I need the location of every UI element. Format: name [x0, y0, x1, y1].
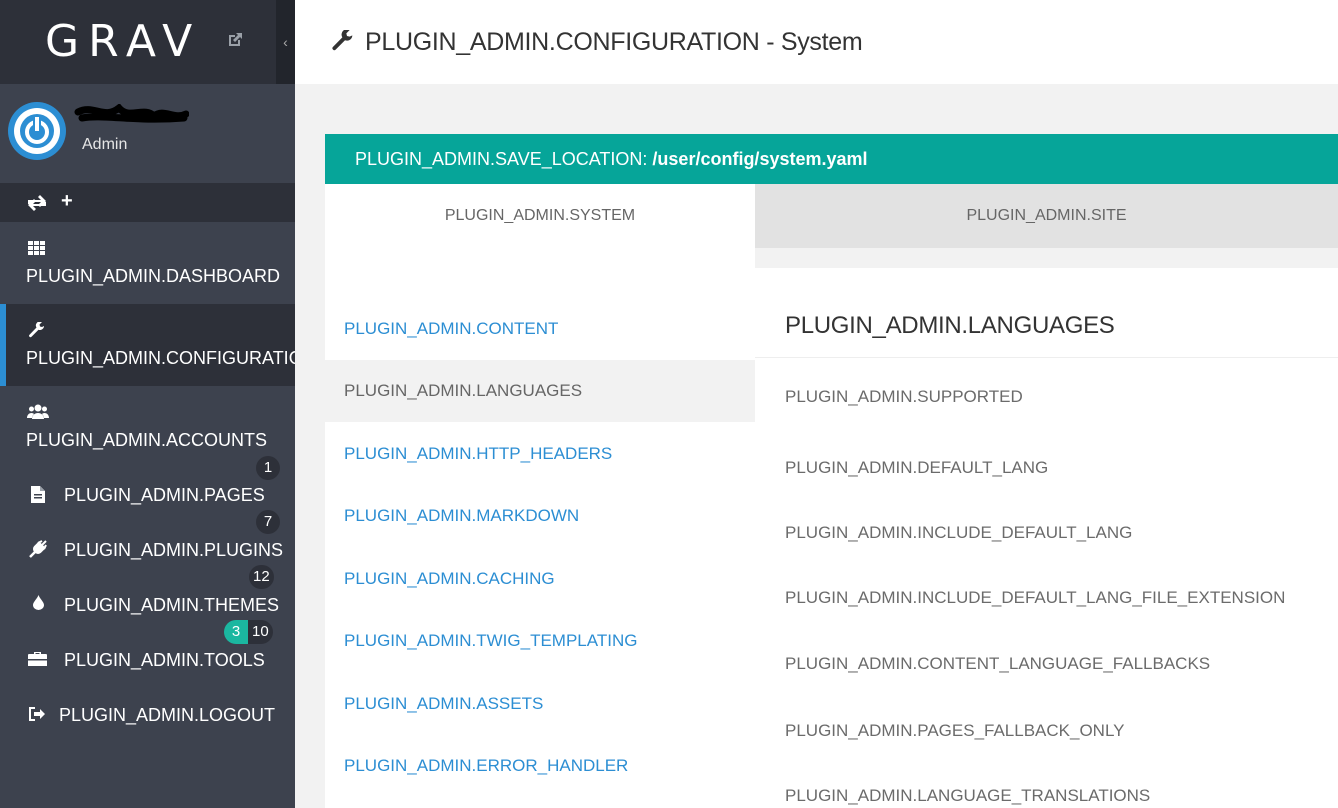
section-content[interactable]: PLUGIN_ADMIN.CONTENT	[325, 298, 755, 360]
section-http-headers[interactable]: PLUGIN_ADMIN.HTTP_HEADERS	[325, 423, 755, 485]
sidebar-header: GRAV ‹	[0, 0, 295, 84]
tab-system[interactable]: PLUGIN_ADMIN.SYSTEM	[325, 184, 755, 248]
refresh-icon[interactable]	[26, 194, 48, 212]
pages-count-badge: 1	[256, 456, 280, 480]
sidebar-item-accounts[interactable]: PLUGIN_ADMIN.ACCOUNTS	[0, 386, 295, 460]
save-location-bar: PLUGIN_ADMIN.SAVE_LOCATION: /user/config…	[325, 134, 1338, 184]
user-role: Admin	[82, 136, 128, 153]
section-languages[interactable]: PLUGIN_ADMIN.LANGUAGES	[325, 360, 755, 422]
page-title: PLUGIN_ADMIN.CONFIGURATION - System	[365, 28, 863, 56]
external-link-icon[interactable]	[226, 31, 244, 49]
section-assets[interactable]: PLUGIN_ADMIN.ASSETS	[325, 673, 755, 735]
field-include-default-lang-label: PLUGIN_ADMIN.INCLUDE_DEFAULT_LANG	[785, 523, 1133, 542]
sidebar-item-themes[interactable]: 12 PLUGIN_ADMIN.THEMES	[0, 565, 295, 625]
sidebar-item-dashboard[interactable]: PLUGIN_ADMIN.DASHBOARD	[0, 222, 295, 304]
file-icon	[31, 486, 45, 503]
sidebar-item-label: PLUGIN_ADMIN.DASHBOARD	[26, 266, 281, 286]
sidebar-item-pages[interactable]: 1 PLUGIN_ADMIN.PAGES	[0, 456, 295, 515]
field-language-translations-label: PLUGIN_ADMIN.LANGUAGE_TRANSLATIONS	[785, 786, 1151, 805]
sign-out-icon	[29, 707, 45, 721]
wrench-icon	[29, 322, 44, 338]
field-default-lang-label: PLUGIN_ADMIN.DEFAULT_LANG	[785, 458, 1049, 477]
sidebar-item-label: PLUGIN_ADMIN.THEMES	[64, 595, 280, 615]
tools-count-badge: 10	[248, 620, 273, 644]
power-icon	[14, 108, 60, 154]
redacted-username	[74, 104, 189, 123]
sidebar-item-label: PLUGIN_ADMIN.PLUGINS	[64, 540, 284, 560]
grav-logo[interactable]: GRAV	[45, 20, 201, 64]
avatar[interactable]	[8, 102, 66, 160]
dashboard-grid-icon	[28, 241, 45, 255]
sidebar-item-plugins[interactable]: 7 PLUGIN_ADMIN.PLUGINS	[0, 510, 295, 570]
sidebar-item-label: PLUGIN_ADMIN.LOGOUT	[59, 705, 276, 725]
section-twig-templating[interactable]: PLUGIN_ADMIN.TWIG_TEMPLATING	[325, 610, 755, 672]
save-location-label: PLUGIN_ADMIN.SAVE_LOCATION:	[355, 149, 648, 169]
users-icon	[27, 404, 49, 419]
sidebar-item-label: PLUGIN_ADMIN.TOOLS	[64, 650, 265, 670]
wrench-icon	[332, 30, 353, 51]
section-markdown[interactable]: PLUGIN_ADMIN.MARKDOWN	[325, 485, 755, 547]
field-pages-fallback-only-label: PLUGIN_ADMIN.PAGES_FALLBACK_ONLY	[785, 721, 1125, 740]
field-supported-label: PLUGIN_ADMIN.SUPPORTED	[785, 387, 1023, 406]
tools-updates-badge: 3	[224, 620, 248, 644]
sidebar-item-label: PLUGIN_ADMIN.PAGES	[64, 485, 265, 505]
divider	[755, 357, 1338, 358]
collapse-sidebar-button[interactable]: ‹	[276, 0, 295, 84]
tab-site[interactable]: PLUGIN_ADMIN.SITE	[755, 184, 1338, 248]
sidebar-item-logout[interactable]: PLUGIN_ADMIN.LOGOUT	[0, 680, 295, 740]
page-header: PLUGIN_ADMIN.CONFIGURATION - System	[295, 0, 1338, 84]
save-location-path: /user/config/system.yaml	[652, 149, 868, 169]
sidebar-item-configuration[interactable]: PLUGIN_ADMIN.CONFIGURATION	[0, 304, 295, 386]
panel-heading: PLUGIN_ADMIN.LANGUAGES	[785, 312, 1115, 339]
languages-panel: PLUGIN_ADMIN.LANGUAGES PLUGIN_ADMIN.SUPP…	[755, 268, 1338, 808]
add-icon[interactable]: +	[61, 190, 73, 213]
field-content-language-fallbacks-label: PLUGIN_ADMIN.CONTENT_LANGUAGE_FALLBACKS	[785, 654, 1211, 673]
quick-actions: +	[0, 184, 295, 222]
section-caching[interactable]: PLUGIN_ADMIN.CACHING	[325, 548, 755, 610]
sidebar-item-tools[interactable]: 3 10 PLUGIN_ADMIN.TOOLS	[0, 620, 295, 680]
section-error-handler[interactable]: PLUGIN_ADMIN.ERROR_HANDLER	[325, 735, 755, 797]
user-panel: Admin	[0, 84, 295, 184]
themes-count-badge: 12	[249, 565, 274, 589]
sidebar-item-label: PLUGIN_ADMIN.CONFIGURATION	[26, 348, 295, 368]
droplet-icon	[33, 595, 44, 610]
section-menu: PLUGIN_ADMIN.CONTENT PLUGIN_ADMIN.LANGUA…	[325, 248, 755, 808]
plugins-count-badge: 7	[256, 510, 280, 534]
sidebar: GRAV ‹ Admin + PLUGIN_ADMIN.DASHBOARD PL…	[0, 0, 295, 808]
plug-icon	[29, 540, 47, 558]
briefcase-icon	[28, 652, 47, 666]
field-include-default-lang-file-extension-label: PLUGIN_ADMIN.INCLUDE_DEFAULT_LANG_FILE_E…	[785, 588, 1286, 607]
sidebar-item-label: PLUGIN_ADMIN.ACCOUNTS	[26, 430, 268, 450]
